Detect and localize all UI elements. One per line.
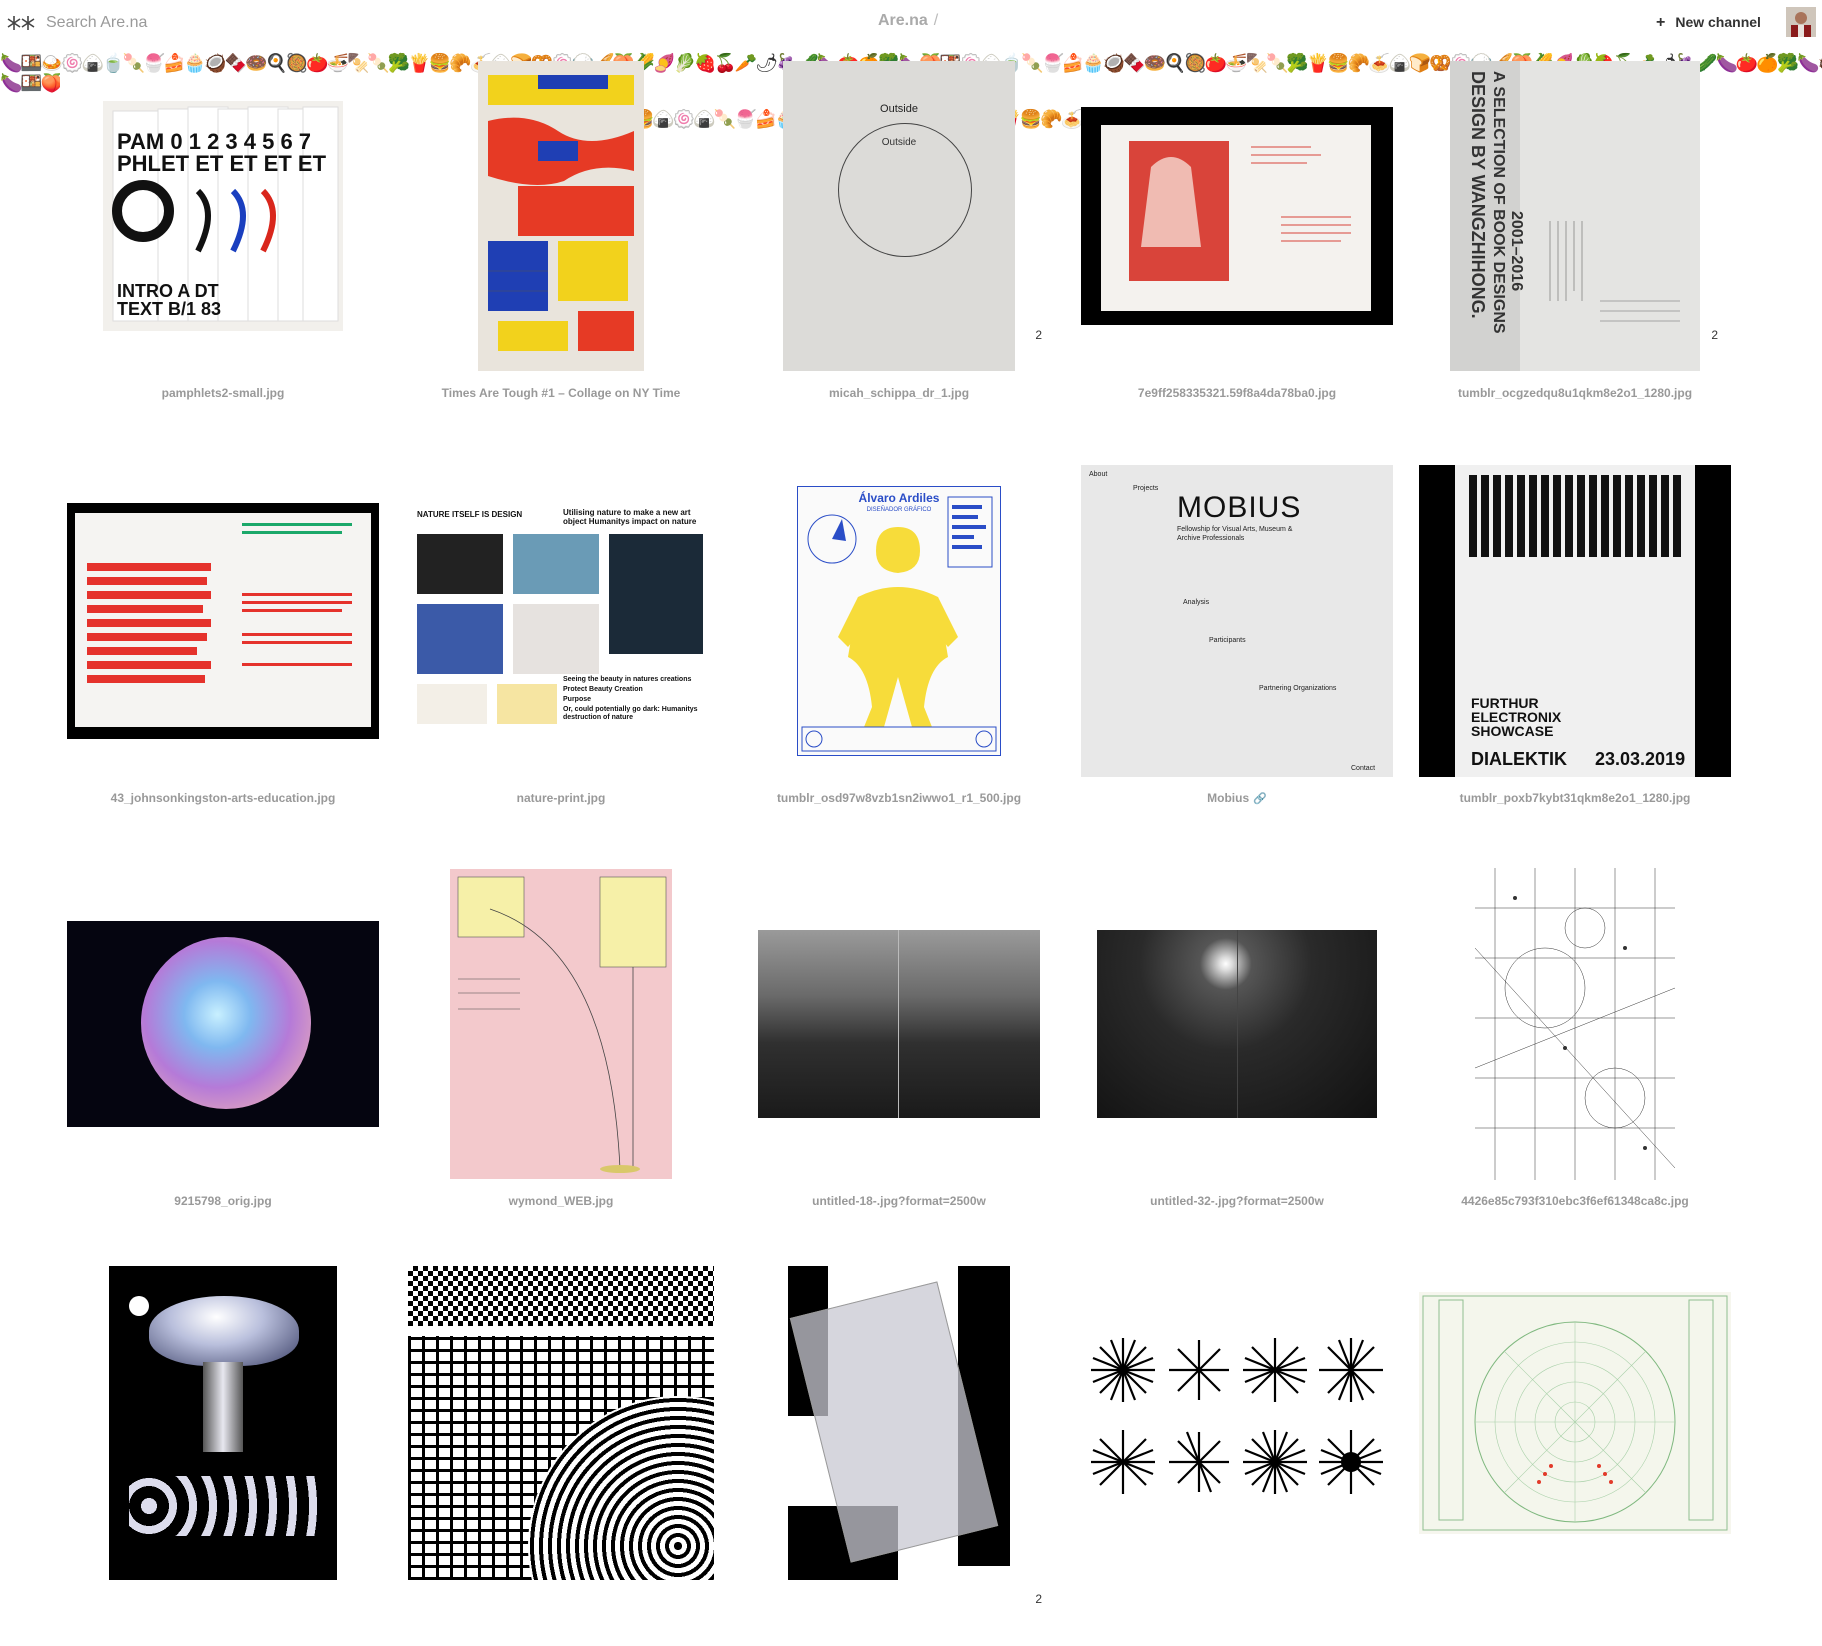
new-channel-button[interactable]: + New channel — [1656, 14, 1761, 32]
block-image — [450, 869, 672, 1179]
svg-text:DESIGN BY WANGZHIHONG.: DESIGN BY WANGZHIHONG. — [1468, 71, 1488, 319]
svg-text:2001–2016: 2001–2016 — [1508, 211, 1525, 291]
nature-foot3: Purpose — [563, 696, 592, 703]
block-caption[interactable]: nature-print.jpg — [396, 791, 726, 805]
block-caption[interactable]: 4426e85c793f310ebc3f6ef61348ca8c.jpg — [1410, 1194, 1740, 1208]
nebula — [141, 937, 311, 1109]
block-image — [758, 930, 1040, 1118]
svg-text:PHLET ET ET ET ET: PHLET ET ET ET ET — [117, 151, 327, 176]
block-card[interactable]: 2 — [734, 1266, 1064, 1646]
avatar[interactable] — [1786, 7, 1816, 37]
block-image: Álvaro Ardiles DISEÑADOR GRÁFICO — [797, 486, 1001, 756]
mobius-nav-contact: Contact — [1351, 765, 1376, 772]
block-image — [1475, 868, 1675, 1180]
svg-text:INTRO A DT: INTRO A DT — [117, 281, 219, 301]
top-bar: Are.na / + New channel — [0, 0, 1822, 46]
breadcrumb-home-link[interactable]: Are.na — [878, 12, 928, 29]
svg-text:TEXT B/1 83: TEXT B/1 83 — [117, 299, 221, 319]
block-image — [478, 61, 644, 371]
mobius-nav-partnering: Partnering Organizations — [1259, 685, 1337, 692]
block-count: 2 — [1035, 1592, 1042, 1606]
block-card[interactable]: untitled-32-.jpg?format=2500w — [1072, 864, 1402, 1244]
block-caption[interactable]: tumblr_poxb7kybt31qkm8e2o1_1280.jpg — [1410, 791, 1740, 805]
block-caption[interactable]: 43_johnsonkingston-arts-education.jpg — [58, 791, 388, 805]
nature-foot4: Or, could potentially go dark: Humanitys… — [563, 706, 698, 721]
block-card[interactable]: DESIGN BY WANGZHIHONG. A SELECTION OF BO… — [1410, 56, 1740, 436]
block-card[interactable]: 7e9ff258335321.59f8a4da78ba0.jpg — [1072, 56, 1402, 436]
block-image — [408, 1266, 714, 1580]
mobius-nav-analysis: Analysis — [1183, 599, 1210, 606]
dialektik-word: DIALEKTIK — [1471, 749, 1567, 769]
block-card[interactable]: NATURE ITSELF IS DESIGN Utilising nature… — [396, 461, 726, 841]
block-card[interactable]: PAM 0 1 2 3 4 5 6 7 PHLET ET ET ET ET IN… — [58, 56, 388, 436]
block-card[interactable]: 43_johnsonkingston-arts-education.jpg — [58, 461, 388, 841]
block-image: About Projects MOBIUS Fellowship for Vis… — [1081, 465, 1393, 777]
dialektik-date: 23.03.2019 — [1595, 749, 1686, 769]
block-card[interactable]: untitled-18-.jpg?format=2500w — [734, 864, 1064, 1244]
block-image — [1419, 1292, 1731, 1534]
block-image — [1097, 930, 1377, 1118]
block-caption[interactable]: Times Are Tough #1 – Collage on NY Time — [396, 386, 726, 400]
block-card[interactable]: wymond_WEB.jpg — [396, 864, 726, 1244]
circle-drawing — [838, 123, 972, 257]
mobius-nav-participants: Participants — [1209, 637, 1246, 644]
block-caption[interactable]: tumblr_ocgzedqu8u1qkm8e2o1_1280.jpg — [1410, 386, 1740, 400]
mobius-nav-about: About — [1089, 471, 1108, 478]
block-caption[interactable]: tumblr_osd97w8vzb1sn2iwwo1_r1_500.jpg — [734, 791, 1064, 805]
block-card[interactable]: 9215798_orig.jpg — [58, 864, 388, 1244]
mobius-subtitle: Fellowship for Visual Arts, Museum & Arc… — [1177, 526, 1293, 542]
emoji-strip: 🍆🍱🍑 — [0, 73, 60, 93]
mobius-nav-projects: Projects — [1133, 485, 1159, 492]
block-image: NATURE ITSELF IS DESIGN Utilising nature… — [413, 508, 709, 734]
block-image — [1087, 1316, 1387, 1516]
new-channel-label: New channel — [1675, 14, 1761, 30]
search-input[interactable] — [46, 12, 446, 34]
breadcrumb: Are.na / — [878, 12, 938, 30]
block-card[interactable]: Outside Outside 2 micah_schippa_dr_1.jpg — [734, 56, 1064, 436]
block-count: 2 — [1035, 328, 1042, 342]
block-card[interactable] — [1410, 1266, 1740, 1646]
block-card[interactable]: Times Are Tough #1 – Collage on NY Time — [396, 56, 726, 436]
block-card[interactable] — [396, 1266, 726, 1646]
block-image: PAM 0 1 2 3 4 5 6 7 PHLET ET ET ET ET IN… — [103, 101, 343, 331]
block-caption[interactable]: untitled-32-.jpg?format=2500w — [1072, 1194, 1402, 1208]
block-card[interactable]: Álvaro Ardiles DISEÑADOR GRÁFICO tumblr_… — [734, 461, 1064, 841]
link-icon: 🔗 — [1253, 793, 1267, 805]
block-card[interactable]: 4426e85c793f310ebc3f6ef61348ca8c.jpg — [1410, 864, 1740, 1244]
block-caption-text[interactable]: Mobius — [1207, 791, 1249, 805]
block-caption[interactable]: wymond_WEB.jpg — [396, 1194, 726, 1208]
block-card[interactable] — [58, 1266, 388, 1646]
block-count: 2 — [1711, 328, 1718, 342]
block-image — [67, 921, 379, 1127]
block-caption[interactable]: pamphlets2-small.jpg — [58, 386, 388, 400]
block-caption[interactable]: Mobius 🔗 — [1072, 791, 1402, 805]
block-card[interactable]: FURTHUR ELECTRONIX SHOWCASE DIALEKTIK 23… — [1410, 461, 1740, 841]
block-caption[interactable]: 7e9ff258335321.59f8a4da78ba0.jpg — [1072, 386, 1402, 400]
block-caption[interactable]: micah_schippa_dr_1.jpg — [734, 386, 1064, 400]
nature-foot2: Protect Beauty Creation — [563, 686, 643, 693]
svg-text:A SELECTION OF BOOK DESIGNS: A SELECTION OF BOOK DESIGNS — [1490, 71, 1507, 334]
block-image: DESIGN BY WANGZHIHONG. A SELECTION OF BO… — [1450, 61, 1700, 371]
nature-foot1: Seeing the beauty in natures creations — [563, 676, 692, 683]
block-image — [1081, 107, 1393, 325]
block-caption[interactable]: 9215798_orig.jpg — [58, 1194, 388, 1208]
block-image — [67, 503, 379, 739]
block-card[interactable] — [1072, 1266, 1402, 1646]
block-image: FURTHUR ELECTRONIX SHOWCASE DIALEKTIK 23… — [1419, 465, 1731, 777]
block-caption[interactable]: untitled-18-.jpg?format=2500w — [734, 1194, 1064, 1208]
outside-text: Outside — [880, 103, 918, 115]
arena-logo-icon[interactable] — [6, 13, 36, 33]
block-image — [788, 1266, 1010, 1580]
breadcrumb-separator: / — [933, 12, 939, 29]
plus-icon: + — [1656, 14, 1666, 31]
mobius-title: MOBIUS — [1177, 491, 1302, 524]
block-image — [109, 1266, 337, 1580]
block-image: Outside Outside — [783, 61, 1015, 371]
dialektik-line3: SHOWCASE — [1471, 723, 1554, 739]
dialektik-graphic — [1469, 475, 1681, 557]
block-card[interactable]: About Projects MOBIUS Fellowship for Vis… — [1072, 461, 1402, 841]
